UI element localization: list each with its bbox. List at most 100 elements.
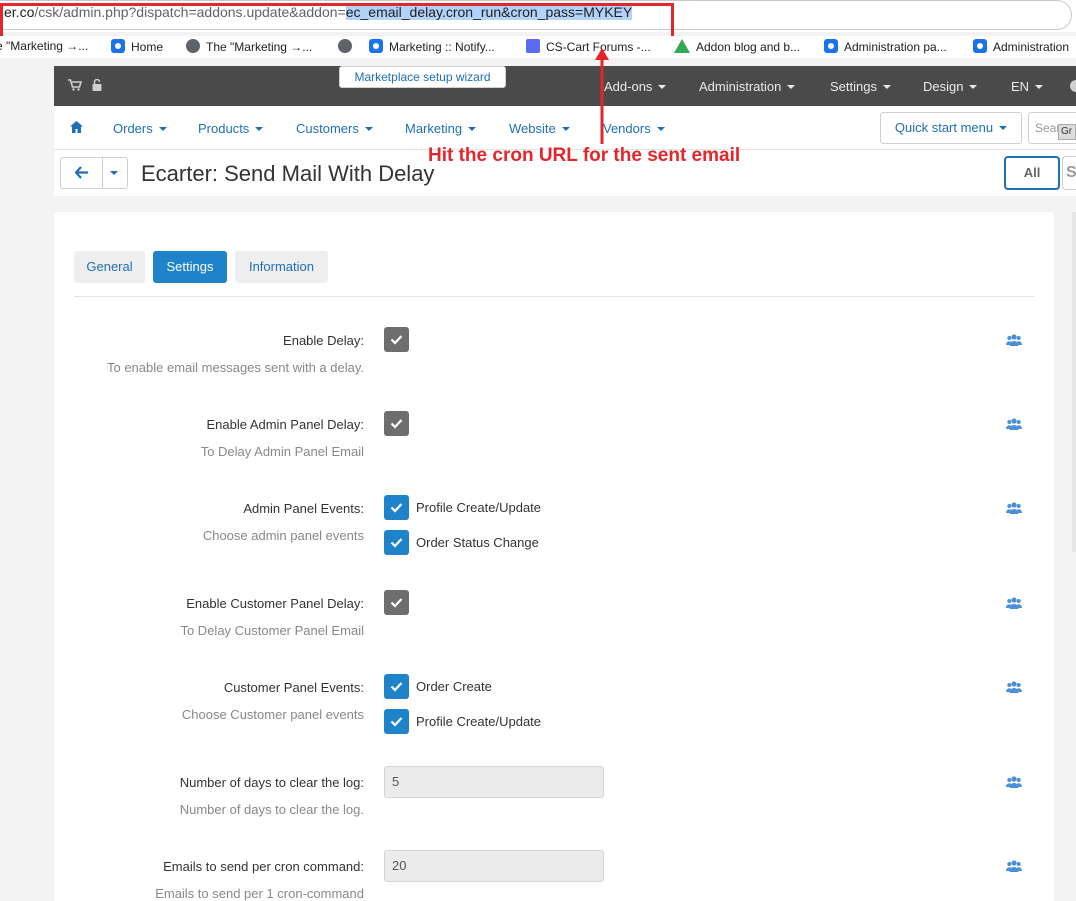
- bookmark-item[interactable]: [338, 39, 358, 54]
- back-button[interactable]: [61, 158, 103, 188]
- tab-general[interactable]: General: [74, 251, 145, 283]
- bookmark-item[interactable]: CS-Cart Forums -...: [526, 39, 651, 54]
- users-icon[interactable]: [1006, 681, 1022, 693]
- check-icon: [390, 717, 403, 727]
- setting-label: Number of days to clear the log:: [179, 775, 364, 790]
- caret-down-icon: [561, 127, 570, 131]
- back-button-group: [60, 157, 128, 189]
- check-icon: [390, 503, 403, 513]
- bookmark-item[interactable]: Home: [111, 39, 163, 54]
- back-dropdown-button[interactable]: [103, 158, 127, 188]
- annotation-text: Hit the cron URL for the sent email: [428, 145, 741, 166]
- setting-help: To enable email messages sent with a del…: [106, 360, 364, 375]
- gear-icon: [369, 39, 383, 53]
- setting-help: To Delay Customer Panel Email: [180, 623, 364, 638]
- caret-down-icon: [656, 127, 665, 131]
- caret-down-icon: [969, 85, 978, 89]
- tab-information[interactable]: Information: [235, 251, 328, 283]
- setting-label: Enable Admin Panel Delay:: [206, 417, 364, 432]
- toolbar-edge: [1070, 80, 1076, 92]
- nav-orders[interactable]: Orders: [113, 121, 167, 136]
- bookmark-item[interactable]: Addon blog and b...: [674, 39, 800, 54]
- nav-vendors[interactable]: Vendors: [603, 121, 665, 136]
- order-status-change-checkbox[interactable]: [384, 530, 409, 555]
- caret-down-icon: [364, 127, 373, 131]
- checkbox-label[interactable]: Order Create: [416, 679, 492, 694]
- profile-create-update-checkbox[interactable]: [384, 495, 409, 520]
- bookmark-item[interactable]: Administration: [973, 39, 1069, 54]
- setting-help: Choose admin panel events: [202, 528, 364, 543]
- bookmark-item[interactable]: e "Marketing →...: [0, 39, 88, 53]
- page-title: Ecarter: Send Mail With Delay: [141, 161, 435, 186]
- enable-customer-delay-checkbox[interactable]: [384, 590, 409, 615]
- check-icon: [390, 335, 403, 345]
- arrow-left-icon: [75, 166, 88, 179]
- users-icon[interactable]: [1006, 597, 1022, 609]
- check-icon: [390, 419, 403, 429]
- emails-per-cron-input[interactable]: 20: [384, 850, 604, 882]
- order-create-checkbox[interactable]: [384, 674, 409, 699]
- check-icon: [390, 682, 403, 692]
- days-to-clear-log-input[interactable]: 5: [384, 766, 604, 798]
- users-icon[interactable]: [1006, 502, 1022, 514]
- users-icon[interactable]: [1006, 860, 1022, 872]
- save-button-fragment[interactable]: S (: [1062, 156, 1076, 190]
- bookmark-item[interactable]: Administration pa...: [824, 39, 947, 54]
- cart-icon[interactable]: [68, 79, 83, 94]
- menu-administration[interactable]: Administration: [699, 79, 796, 94]
- setting-help: To Delay Admin Panel Email: [200, 444, 364, 459]
- menu-addons[interactable]: Add-ons: [604, 79, 667, 94]
- square-icon: [526, 39, 540, 53]
- globe-icon: [338, 39, 352, 53]
- setting-label: Enable Delay:: [283, 333, 364, 348]
- bookmark-item[interactable]: Marketing :: Notify...: [369, 39, 495, 54]
- tab-divider: [74, 296, 1034, 297]
- setting-label: Customer Panel Events:: [223, 680, 364, 695]
- nav-products[interactable]: Products: [198, 121, 264, 136]
- checkbox-label[interactable]: Profile Create/Update: [416, 500, 541, 515]
- bookmark-item[interactable]: The "Marketing →...: [186, 39, 312, 54]
- home-icon[interactable]: [70, 121, 83, 133]
- menu-settings[interactable]: Settings: [830, 79, 891, 94]
- admin-top-bar: Add-ons Administration Settings Design E…: [54, 66, 1076, 106]
- caret-down-icon: [658, 85, 667, 89]
- caret-down-icon: [468, 127, 477, 131]
- quick-start-menu-button[interactable]: Quick start menu: [880, 112, 1022, 144]
- gear-icon: [111, 39, 125, 53]
- users-icon[interactable]: [1006, 334, 1022, 346]
- nav-website[interactable]: Website: [509, 121, 570, 136]
- tab-settings[interactable]: Settings: [153, 251, 227, 283]
- marketplace-wizard-tooltip[interactable]: Marketplace setup wizard: [339, 66, 506, 88]
- users-icon[interactable]: [1006, 776, 1022, 788]
- menu-language[interactable]: EN: [1011, 79, 1044, 94]
- unlock-icon[interactable]: [92, 78, 102, 94]
- check-icon: [390, 538, 403, 548]
- all-button[interactable]: All: [1004, 156, 1060, 190]
- gear-icon: [973, 39, 987, 53]
- setting-help: Emails to send per 1 cron-command: [155, 886, 364, 901]
- checkbox-label[interactable]: Order Status Change: [416, 535, 539, 550]
- caret-down-icon: [110, 171, 118, 175]
- caret-down-icon: [999, 126, 1008, 130]
- enable-admin-delay-checkbox[interactable]: [384, 411, 409, 436]
- caret-down-icon: [158, 127, 167, 131]
- caret-down-icon: [1035, 85, 1044, 89]
- customer-profile-create-update-checkbox[interactable]: [384, 709, 409, 734]
- checkbox-label[interactable]: Profile Create/Update: [416, 714, 541, 729]
- menu-design[interactable]: Design: [923, 79, 978, 94]
- nav-marketing[interactable]: Marketing: [405, 121, 477, 136]
- main-nav: Orders Products Customers Marketing Webs…: [54, 106, 1076, 150]
- bookmarks-bar: e "Marketing →... Home The "Marketing →.…: [0, 36, 1076, 58]
- gear-icon: [824, 39, 838, 53]
- nav-customers[interactable]: Customers: [296, 121, 373, 136]
- caret-down-icon: [787, 85, 796, 89]
- globe-icon: [186, 39, 200, 53]
- caret-down-icon: [882, 85, 891, 89]
- enable-delay-checkbox[interactable]: [384, 327, 409, 352]
- setting-label: Emails to send per cron command:: [163, 859, 364, 874]
- setting-label: Enable Customer Panel Delay:: [186, 596, 364, 611]
- caret-down-icon: [255, 127, 264, 131]
- drive-icon: [674, 39, 690, 53]
- browser-tooltip-fragment: Gr: [1058, 124, 1076, 140]
- users-icon[interactable]: [1006, 418, 1022, 430]
